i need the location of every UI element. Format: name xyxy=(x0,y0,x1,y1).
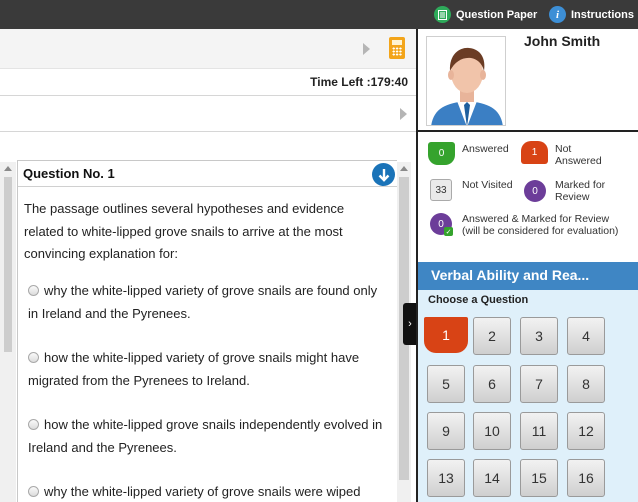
answered-marked-count: 0 xyxy=(438,218,444,230)
question-button-3[interactable]: 3 xyxy=(520,317,558,355)
document-icon xyxy=(434,6,451,23)
question-button-9[interactable]: 9 xyxy=(427,412,465,450)
answered-label: Answered xyxy=(462,143,509,155)
question-button-1[interactable]: 1 xyxy=(424,317,468,353)
answered-badge: 0 xyxy=(428,142,455,165)
candidate-name: John Smith xyxy=(524,33,601,49)
not-answered-label: Not Answered xyxy=(555,143,602,167)
marked-review-label: Marked for Review xyxy=(555,179,606,203)
option-label: how the white-lipped variety of grove sn… xyxy=(28,350,360,388)
scroll-right-arrow-icon[interactable] xyxy=(363,43,370,55)
question-panel: Question No. 1 The passage outlines seve… xyxy=(17,160,398,502)
radio-button[interactable] xyxy=(28,285,39,296)
info-icon: i xyxy=(549,6,566,23)
question-paper-label: Question Paper xyxy=(456,8,538,21)
calculator-icon[interactable] xyxy=(389,37,405,59)
option-4[interactable]: why the white-lipped variety of grove sn… xyxy=(28,481,383,502)
radio-button[interactable] xyxy=(28,486,39,497)
check-icon: ✓ xyxy=(444,227,453,236)
section-scroll-right-icon[interactable] xyxy=(400,108,407,120)
radio-button[interactable] xyxy=(28,419,39,430)
option-label: why the white-lipped variety of grove sn… xyxy=(28,283,378,321)
question-button-11[interactable]: 11 xyxy=(520,412,558,450)
section-tabs-bar xyxy=(0,29,416,69)
scroll-up-icon[interactable] xyxy=(4,166,12,171)
radio-button[interactable] xyxy=(28,352,39,363)
question-text: The passage outlines several hypotheses … xyxy=(24,201,345,261)
question-button-2[interactable]: 2 xyxy=(473,317,511,355)
instructions-label: Instructions xyxy=(571,8,634,21)
option-1[interactable]: why the white-lipped variety of grove sn… xyxy=(28,280,383,325)
collapse-panel-handle[interactable]: › xyxy=(403,303,417,345)
section-title: Verbal Ability and Rea... xyxy=(418,262,638,290)
candidate-profile: John Smith xyxy=(418,29,638,132)
time-left: Time Left :179:40 xyxy=(310,75,408,89)
question-paper-link[interactable]: Question Paper xyxy=(434,6,537,23)
option-3[interactable]: how the white-lipped grove snails indepe… xyxy=(28,414,383,459)
avatar xyxy=(426,36,506,126)
question-button-10[interactable]: 10 xyxy=(473,412,511,450)
timer-bar: Time Left :179:40 xyxy=(0,69,416,96)
scroll-up-icon[interactable] xyxy=(400,166,408,171)
option-label: how the white-lipped grove snails indepe… xyxy=(28,417,383,455)
question-button-6[interactable]: 6 xyxy=(473,365,511,403)
top-bar: Question Paper i Instructions xyxy=(0,0,638,29)
not-answered-badge: 1 xyxy=(521,141,548,164)
scroll-thumb[interactable] xyxy=(4,177,12,352)
chevron-right-icon: › xyxy=(408,318,412,330)
question-button-14[interactable]: 14 xyxy=(473,459,511,497)
question-button-4[interactable]: 4 xyxy=(567,317,605,355)
question-button-7[interactable]: 7 xyxy=(520,365,558,403)
question-number: Question No. 1 xyxy=(23,166,115,181)
option-2[interactable]: how the white-lipped variety of grove sn… xyxy=(28,347,383,392)
question-button-15[interactable]: 15 xyxy=(520,459,558,497)
left-scrollbar[interactable] xyxy=(0,162,16,502)
answered-marked-badge: 0 ✓ xyxy=(430,213,453,236)
choose-question-label: Choose a Question xyxy=(428,294,529,306)
question-button-5[interactable]: 5 xyxy=(427,365,465,403)
option-label: why the white-lipped variety of grove sn… xyxy=(44,484,361,499)
marked-review-badge: 0 xyxy=(524,180,546,202)
question-button-8[interactable]: 8 xyxy=(567,365,605,403)
question-palette: Choose a Question 1 2 3 4 5 6 7 8 9 10 1… xyxy=(418,290,638,502)
status-legend: 0 Answered 1 Not Answered 33 Not Visited… xyxy=(418,133,638,261)
question-button-13[interactable]: 13 xyxy=(427,459,465,497)
not-visited-label: Not Visited xyxy=(462,179,513,191)
question-button-16[interactable]: 16 xyxy=(567,459,605,497)
right-panel: John Smith 0 Answered 1 Not Answered 33 … xyxy=(416,29,638,502)
question-header: Question No. 1 xyxy=(18,161,398,187)
not-visited-badge: 33 xyxy=(430,179,452,201)
arrow-down-icon[interactable] xyxy=(372,163,395,186)
question-button-12[interactable]: 12 xyxy=(567,412,605,450)
answered-marked-label: Answered & Marked for Review (will be co… xyxy=(462,213,619,237)
section-bar xyxy=(0,96,416,132)
instructions-link[interactable]: i Instructions xyxy=(549,6,634,23)
